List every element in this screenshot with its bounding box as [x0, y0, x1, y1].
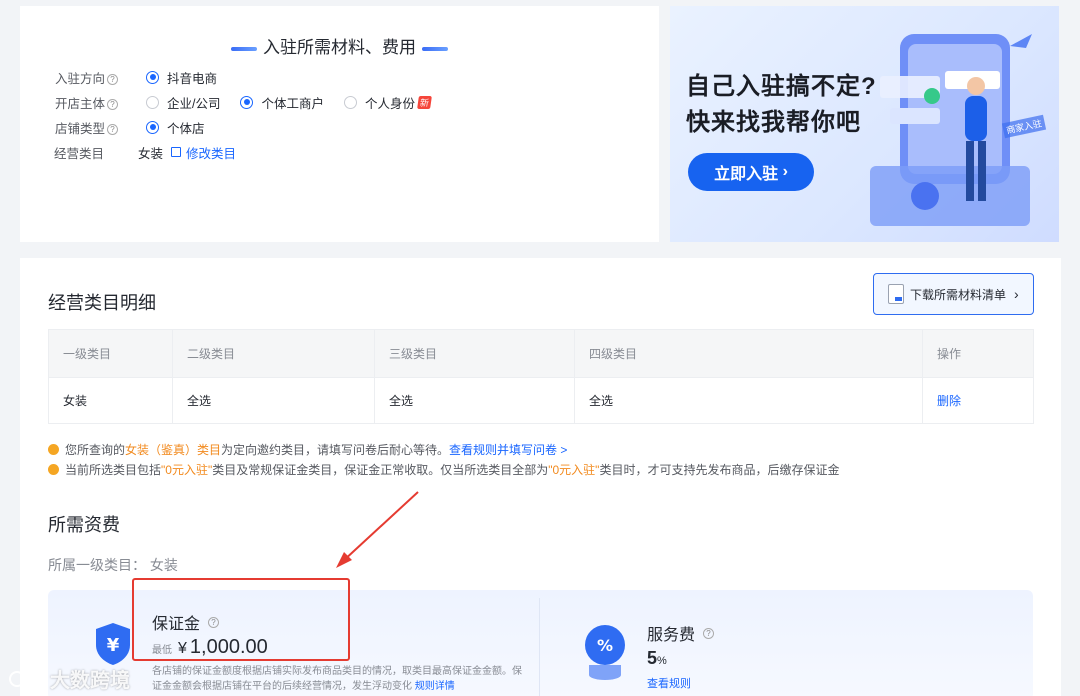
- col-action: 操作: [922, 329, 1034, 378]
- store-type-label: 店铺类型: [54, 121, 105, 136]
- cell-level3: 全选: [374, 377, 575, 424]
- direction-label: 入驻方向: [54, 71, 105, 86]
- new-badge: 新: [417, 95, 432, 109]
- warning-icon: [48, 464, 59, 475]
- col-level2: 二级类目: [172, 329, 375, 378]
- svg-text:%: %: [597, 636, 613, 655]
- col-level4: 四级类目: [574, 329, 923, 378]
- warning-icon: [48, 444, 59, 455]
- help-icon[interactable]: ?: [107, 123, 118, 135]
- deposit-description: 各店铺的保证金额度根据店铺实际发布商品类目的情况，取类目最高保证金金额。保证金金…: [152, 666, 522, 692]
- radio-individual-store[interactable]: 个体店: [146, 118, 205, 137]
- entry-info-card: 入驻所需材料、费用 入驻方向? 抖音电商 开店主体? 企业/公司 个体工商户 个…: [20, 6, 659, 242]
- file-icon: [888, 284, 904, 304]
- category-value: 女装: [138, 146, 164, 161]
- help-icon[interactable]: ?: [107, 73, 118, 85]
- direction-row: 入驻方向? 抖音电商: [20, 67, 659, 87]
- radio-personal[interactable]: 个人身份新: [344, 93, 432, 112]
- svg-text:¥: ¥: [107, 635, 120, 656]
- help-icon[interactable]: ?: [208, 616, 220, 628]
- category-row: 经营类目 女装 修改类目: [20, 142, 659, 162]
- download-materials-button[interactable]: 下载所需材料清单 ›: [873, 273, 1034, 315]
- chevron-right-icon: ›: [782, 163, 788, 180]
- notice-zero-deposit: 当前所选类目包括 "0元入驻" 类目及常规保证金类目，保证金正常收取。仅当所选类目全…: [48, 461, 839, 478]
- primary-category-line: 所属一级类目： 女装: [48, 557, 178, 573]
- radio-douyin[interactable]: 抖音电商: [146, 68, 217, 87]
- promo-banner[interactable]: 自己入驻搞不定? 快来找我帮你吧 立即入驻 › 商家入驻: [670, 6, 1059, 242]
- radio-individual-business[interactable]: 个体工商户: [240, 93, 324, 112]
- chevron-right-icon: ›: [1014, 286, 1019, 302]
- category-table: 一级类目 二级类目 三级类目 四级类目 操作 女装 全选 全选 全选 删除: [48, 329, 1034, 424]
- banner-line1: 自己入驻搞不定?: [686, 73, 877, 100]
- radio-company[interactable]: 企业/公司: [146, 93, 220, 112]
- cell-level4: 全选: [574, 377, 923, 424]
- help-icon[interactable]: ?: [703, 627, 715, 639]
- red-arrow-icon: [336, 491, 419, 568]
- subject-label: 开店主体: [54, 96, 105, 111]
- notice-invite-only: 您所查询的 女装（鉴真）类目 为定向邀约类目，请填写问卷后耐心等待。 查看规则并填写…: [48, 441, 567, 458]
- store-type-row: 店铺类型? 个体店: [20, 117, 659, 137]
- percent-coin-icon: %: [585, 625, 625, 680]
- help-icon[interactable]: ?: [107, 98, 118, 110]
- entry-card-title: 入驻所需材料、费用: [20, 33, 659, 58]
- edit-category-link[interactable]: 修改类目: [171, 143, 236, 162]
- cell-level2: 全选: [172, 377, 375, 424]
- cell-level1: 女装: [48, 377, 173, 424]
- col-level3: 三级类目: [374, 329, 575, 378]
- fee-divider: [539, 598, 540, 696]
- join-now-button[interactable]: 立即入驻 ›: [688, 153, 814, 191]
- rule-detail-link[interactable]: 规则详情: [415, 681, 455, 692]
- category-label: 经营类目: [53, 146, 104, 161]
- deposit-amount: 最低 ¥ 1,000.00: [152, 636, 268, 658]
- service-rule-link[interactable]: 查看规则: [647, 675, 691, 691]
- table-row: 女装 全选 全选 全选 删除: [48, 377, 1034, 424]
- watermark: 大数跨境: [8, 664, 130, 693]
- service-fee-title: 服务费?: [647, 621, 715, 645]
- shield-yen-icon: ¥: [96, 623, 130, 665]
- delete-link[interactable]: 删除: [922, 377, 1034, 424]
- watermark-logo-icon: [9, 669, 45, 687]
- table-header-row: 一级类目 二级类目 三级类目 四级类目 操作: [48, 329, 1034, 378]
- deposit-title: 保证金?: [152, 610, 220, 634]
- subject-row: 开店主体? 企业/公司 个体工商户 个人身份新: [20, 92, 659, 112]
- edit-icon: [171, 147, 182, 157]
- banner-line2: 快来找我帮你吧: [686, 109, 861, 136]
- category-detail-title: 经营类目明细: [48, 293, 156, 313]
- service-fee-rate: 5%: [647, 648, 667, 668]
- fees-title: 所需资费: [48, 515, 120, 535]
- questionnaire-link[interactable]: 查看规则并填写问卷 >: [449, 441, 567, 458]
- col-level1: 一级类目: [48, 329, 173, 378]
